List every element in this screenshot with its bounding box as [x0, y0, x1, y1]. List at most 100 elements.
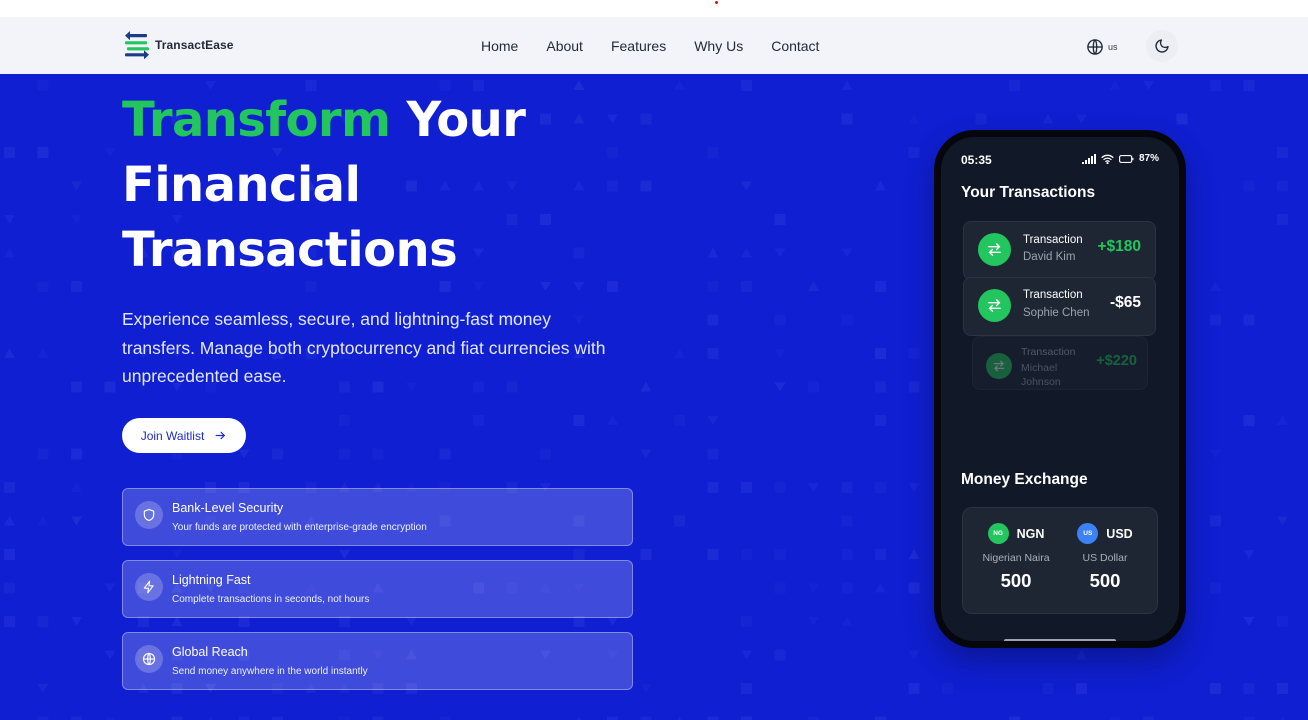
transaction-amount: +$180 [1097, 238, 1141, 255]
pattern-shape [573, 80, 585, 90]
transaction-item[interactable]: Transaction Sophie Chen -$65 [963, 277, 1156, 336]
pattern-shape [4, 215, 15, 224]
pattern-shape [339, 448, 350, 460]
pattern-shape [707, 281, 719, 292]
pattern-shape [372, 716, 384, 720]
pattern-shape [707, 147, 719, 158]
nav-link-why-us[interactable]: Why Us [694, 38, 743, 54]
signal-icon [1081, 153, 1096, 164]
transaction-item[interactable]: Transaction Michael Johnson +$220 [972, 336, 1148, 390]
feature-title: Global Reach [172, 645, 248, 659]
pattern-shape [473, 282, 484, 291]
brand-logo[interactable]: TransactEase [125, 31, 234, 59]
pattern-shape [339, 550, 350, 559]
pattern-shape [640, 684, 652, 693]
pattern-shape [975, 113, 987, 125]
pattern-shape [37, 281, 49, 292]
pattern-shape [674, 415, 685, 426]
status-time: 05:35 [961, 153, 992, 167]
money-exchange-card[interactable]: NG NGN Nigerian Naira 500 US USD US Doll… [962, 507, 1158, 614]
hero-subtext: Experience seamless, secure, and lightni… [122, 309, 606, 386]
pattern-shape [674, 80, 685, 90]
pattern-shape [875, 381, 886, 393]
nav-link-contact[interactable]: Contact [771, 38, 819, 54]
pattern-shape [808, 583, 819, 593]
pattern-shape [1280, 716, 1285, 720]
currency-value: 500 [1000, 570, 1032, 591]
pattern-shape [908, 582, 920, 594]
nav-link-about[interactable]: About [546, 38, 583, 54]
pattern-shape [707, 482, 719, 493]
pattern-shape [573, 180, 585, 191]
nav-actions: us [1086, 30, 1178, 62]
pattern-shape [808, 716, 819, 720]
feature-icon-wrap [135, 501, 163, 529]
pattern-shape [841, 314, 853, 326]
pattern-shape [71, 516, 82, 526]
navbar: TransactEase Home About Features Why Us … [0, 17, 1308, 74]
pattern-shape [741, 616, 752, 627]
pattern-shape [607, 415, 618, 425]
join-waitlist-button[interactable]: Join Waitlist [122, 418, 246, 453]
nav-link-features[interactable]: Features [611, 38, 666, 54]
pattern-shape [875, 716, 886, 720]
phone-mockup: 05:35 87% Your Transactions Transaction … [934, 130, 1186, 648]
pattern-shape [741, 482, 752, 493]
feature-description: Send money anywhere in the world instant… [172, 666, 368, 677]
pattern-shape [540, 282, 551, 291]
transaction-name: Michael Johnson [1021, 362, 1061, 388]
pattern-shape [674, 348, 685, 358]
pattern-shape [1243, 80, 1255, 91]
pattern-shape [171, 550, 183, 559]
feature-card-global: Global Reach Send money anywhere in the … [122, 632, 633, 690]
usd-badge: US [1077, 523, 1099, 544]
pattern-shape [1277, 180, 1288, 192]
pattern-shape [1243, 180, 1255, 192]
nav-link-home[interactable]: Home [481, 38, 518, 54]
pattern-shape [908, 147, 920, 158]
transaction-amount: -$65 [1109, 294, 1141, 311]
pattern-shape [372, 448, 384, 460]
pattern-shape [406, 617, 417, 626]
transaction-title: Transaction [1023, 234, 1083, 246]
pattern-shape [71, 448, 82, 460]
pattern-shape [1277, 214, 1288, 225]
theme-toggle-button[interactable] [1145, 30, 1178, 62]
pattern-shape [71, 281, 82, 292]
pattern-shape [841, 549, 853, 560]
pattern-shape [774, 314, 786, 326]
pattern-shape [741, 549, 752, 560]
pattern-shape [808, 617, 819, 626]
pattern-shape [37, 716, 49, 720]
pattern-shape [1210, 80, 1221, 91]
currency-code: USD [1106, 526, 1133, 541]
pattern-shape [640, 449, 652, 459]
headline-highlight: Transform [122, 92, 391, 148]
pattern-shape [774, 349, 786, 358]
pattern-shape [1210, 281, 1221, 291]
status-icons: 87% [1081, 153, 1159, 164]
home-indicator [1004, 639, 1116, 641]
pattern-shape [875, 180, 886, 191]
pattern-shape [741, 80, 752, 91]
pattern-shape [707, 549, 719, 560]
top-strip [0, 0, 1308, 17]
pattern-shape [1277, 516, 1288, 526]
pattern-shape [707, 416, 719, 425]
feature-description: Your funds are protected with enterprise… [172, 522, 427, 533]
pattern-shape [640, 180, 652, 192]
pattern-shape [841, 482, 853, 493]
pattern-shape [573, 113, 585, 124]
currency-to: US USD US Dollar 500 [1060, 522, 1150, 592]
pattern-shape [71, 215, 82, 224]
phone-screen: 05:35 87% Your Transactions Transaction … [941, 137, 1179, 641]
pattern-shape [875, 415, 886, 426]
transactions-title: Your Transactions [961, 184, 1096, 201]
language-selector[interactable]: us [1086, 34, 1122, 60]
currency-name: Nigerian Naira [982, 552, 1050, 564]
transaction-item[interactable]: Transaction David Kim +$180 [963, 221, 1156, 280]
pattern-shape [908, 683, 920, 694]
pattern-shape [272, 716, 283, 720]
pattern-shape [774, 248, 786, 258]
brand-name: TransactEase [155, 38, 234, 52]
